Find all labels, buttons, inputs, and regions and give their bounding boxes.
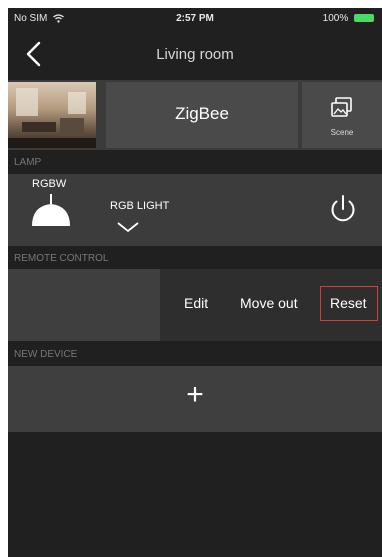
navigation-bar: Living room bbox=[8, 30, 382, 80]
gateway-card[interactable]: ZigBee bbox=[106, 82, 298, 148]
scene-label: Scene bbox=[330, 128, 354, 137]
scene-button[interactable]: Scene bbox=[302, 82, 382, 148]
gateway-name: ZigBee bbox=[175, 104, 229, 123]
battery-icon bbox=[354, 14, 374, 23]
reset-button[interactable]: Reset bbox=[330, 295, 367, 311]
room-photo-illustration bbox=[8, 88, 96, 148]
move-out-button[interactable]: Move out bbox=[240, 295, 298, 311]
plus-icon: + bbox=[186, 378, 204, 411]
section-title: REMOTE CONTROL bbox=[14, 253, 109, 264]
remote-control-row: Edit Move out Reset bbox=[8, 269, 382, 341]
phone-screen: No SIM 2:57 PM 100% Living room ZigBee S… bbox=[8, 8, 382, 557]
battery-status: 100% bbox=[323, 13, 374, 24]
section-title: LAMP bbox=[14, 157, 42, 168]
new-device-section-header: NEW DEVICE bbox=[8, 342, 382, 366]
battery-percent: 100% bbox=[322, 13, 349, 24]
lamp-device-row[interactable]: RGBW RGB LIGHT bbox=[8, 174, 382, 246]
lamp-icon-tile: RGBW bbox=[8, 174, 100, 246]
lamp-name: RGB LIGHT bbox=[110, 200, 170, 212]
remote-device-card[interactable] bbox=[8, 269, 160, 341]
room-photo[interactable] bbox=[8, 82, 96, 148]
status-bar: No SIM 2:57 PM 100% bbox=[8, 8, 382, 30]
edit-button[interactable]: Edit bbox=[184, 295, 208, 311]
section-title: NEW DEVICE bbox=[14, 349, 78, 360]
remote-section-header: REMOTE CONTROL bbox=[8, 246, 382, 270]
scene-icon bbox=[331, 97, 352, 117]
lamp-type-label: RGBW bbox=[32, 178, 67, 190]
lamp-section-header: LAMP bbox=[8, 150, 382, 174]
page-title: Living room bbox=[156, 46, 234, 63]
power-icon[interactable] bbox=[326, 192, 360, 226]
chevron-down-icon[interactable] bbox=[116, 220, 140, 234]
add-device-button[interactable]: + bbox=[8, 366, 382, 432]
room-header: ZigBee Scene bbox=[8, 80, 382, 150]
